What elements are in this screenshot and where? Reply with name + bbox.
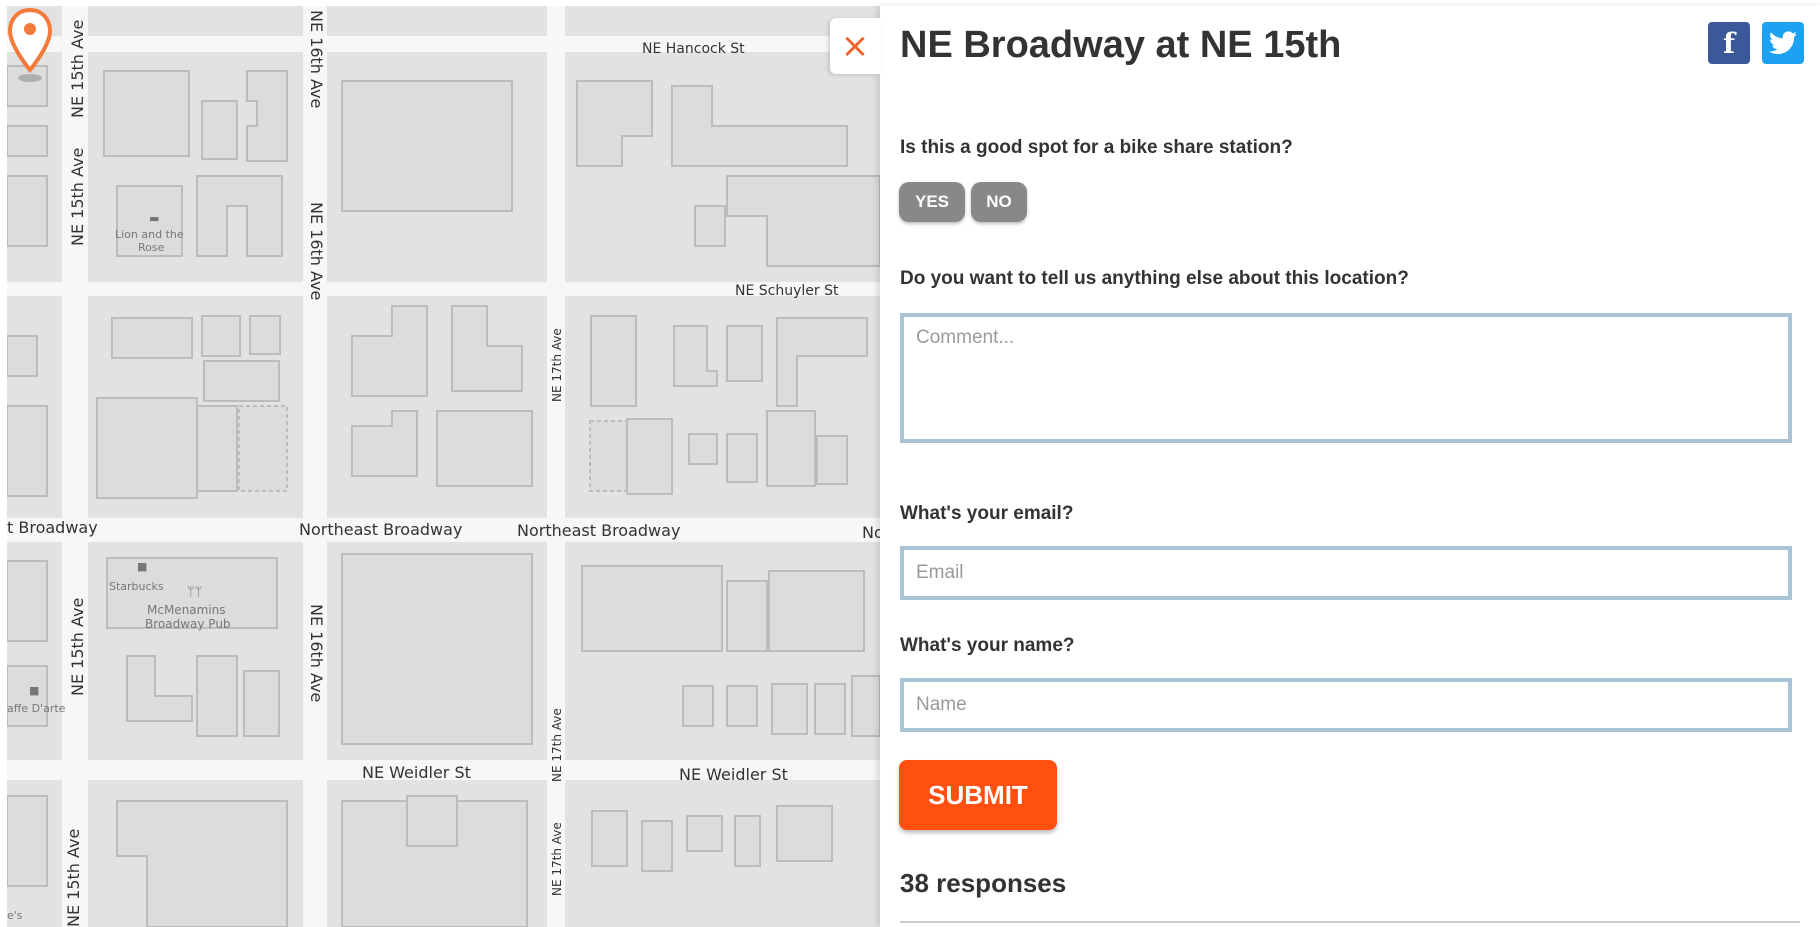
street-label: NE 16th Ave [307, 202, 326, 300]
restaurant-icon: ᛘᛘ [187, 585, 203, 600]
street-16th [303, 6, 327, 927]
coffee-icon: ■ [137, 560, 147, 573]
twitter-share-button[interactable] [1762, 22, 1804, 64]
street-label: NE Weidler St [679, 765, 788, 784]
no-button[interactable]: NO [971, 182, 1027, 222]
street-label: No [862, 523, 880, 542]
poi-label: affe D'arte [7, 702, 66, 715]
street-15th [62, 6, 88, 927]
question-email: What's your email? [900, 503, 1074, 524]
submit-button[interactable]: SUBMIT [899, 760, 1057, 830]
street-label: NE Hancock St [642, 41, 745, 57]
street-hancock [7, 36, 880, 52]
street-label: Northeast Broadway [299, 520, 462, 539]
email-field[interactable] [900, 546, 1792, 600]
divider [900, 921, 1800, 923]
coffee-icon: ■ [29, 684, 39, 697]
street-label: NE 17th Ave [550, 708, 564, 782]
street-label: NE 15th Ave [64, 829, 83, 927]
street-label: NE 17th Ave [550, 822, 564, 896]
close-icon: × [840, 26, 870, 66]
street-17th [547, 6, 565, 927]
question-comment: Do you want to tell us anything else abo… [900, 268, 1409, 289]
poi-label: Starbucks [109, 580, 164, 593]
location-panel: NE Broadway at NE 15th f Is this a good … [880, 6, 1820, 927]
street-label: NE Schuyler St [735, 283, 839, 299]
map[interactable]: NE Hancock St NE Schuyler St NE Weidler … [7, 6, 880, 927]
poi-label: Broadway Pub [145, 617, 231, 631]
street-label: NE 17th Ave [550, 328, 564, 402]
street-label: NE 15th Ave [68, 20, 87, 118]
question-name: What's your name? [900, 635, 1075, 656]
page-title: NE Broadway at NE 15th [900, 24, 1342, 66]
location-pin-icon[interactable] [7, 6, 53, 86]
facebook-share-button[interactable]: f [1708, 22, 1750, 64]
facebook-icon: f [1722, 26, 1736, 60]
street-label: NE 16th Ave [307, 604, 326, 702]
poi-label: Lion and the [115, 228, 184, 241]
street-label: t Broadway [7, 518, 98, 537]
hotel-icon: ▬ [149, 212, 159, 225]
question-good-spot: Is this a good spot for a bike share sta… [900, 137, 1293, 158]
map-canvas[interactable]: NE Hancock St NE Schuyler St NE Weidler … [7, 6, 880, 927]
street-label: NE Weidler St [362, 763, 471, 782]
street-label: Northeast Broadway [517, 521, 680, 540]
street-label: NE 16th Ave [307, 10, 326, 108]
poi-label: McMenamins [147, 603, 226, 617]
twitter-icon [1769, 31, 1797, 55]
name-field[interactable] [900, 678, 1792, 732]
street-label: NE 15th Ave [68, 598, 87, 696]
close-button[interactable]: × [830, 18, 880, 74]
street-label: NE 15th Ave [68, 148, 87, 246]
poi-label: Rose [138, 241, 165, 254]
yes-button[interactable]: YES [899, 182, 965, 222]
comment-input[interactable] [900, 313, 1792, 443]
poi-label: e's [7, 909, 23, 922]
responses-count[interactable]: 38 responses [900, 868, 1066, 899]
